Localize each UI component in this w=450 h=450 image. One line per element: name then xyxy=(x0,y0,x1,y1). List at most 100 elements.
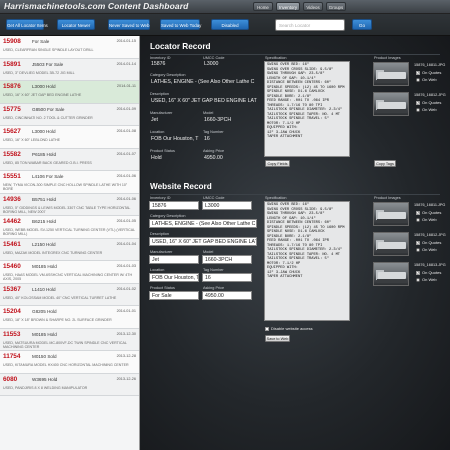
dashboard-app: Harrismachinetools.com Content Dashboard… xyxy=(0,0,450,450)
product-thumbnail[interactable] xyxy=(373,92,409,116)
description-value: USED, 16" X 60" JET GAP BED ENGINE LATHE xyxy=(151,98,257,104)
list-item[interactable]: 15461 L2150 Hold 2014-01-04 USED, MAZAK MOD… xyxy=(0,238,139,261)
on-quotes-checkbox[interactable]: ✓ On Quotes xyxy=(416,240,441,245)
list-item[interactable]: 15891 J5503 For Sale 2014-01-14 USED, 3" DE… xyxy=(0,58,139,81)
on-quotes-checkbox[interactable]: ✓ On Quotes xyxy=(416,210,441,215)
never-saved-to-web-button[interactable]: Never Saved to Web xyxy=(108,19,150,30)
list-item[interactable]: 11754 M0150 Sold 2013-12-28 USED, KITAMURA … xyxy=(0,351,139,374)
list-item[interactable]: 6080 W3695 Hold 2013-12-26 USED, PANDJIRIS … xyxy=(0,373,139,396)
manufacturer-value: Jet xyxy=(151,117,158,123)
price-value: 4950.00 xyxy=(204,155,223,161)
location-field[interactable]: FOB Our Houston, T xyxy=(149,273,199,282)
list-item[interactable]: 15908 For Sale 2014-01-15 USED, CLEARFRAN S… xyxy=(0,36,139,59)
item-id: 14936 xyxy=(3,195,21,203)
list-item[interactable]: 15582 P6185 Hold 2014-01-07 USED, 85 TON WA… xyxy=(0,148,139,171)
list-item[interactable]: 15551 L4106 For Sale 2014-01-06 NEW, TYMA V… xyxy=(0,171,139,194)
tag-label: Tag Number xyxy=(203,268,224,272)
on-web-radio[interactable]: On Web xyxy=(416,247,437,252)
list-item[interactable]: 15775 G8500 For Sale 2014-01-09 USED, CINCI… xyxy=(0,103,139,126)
header-bar: Harrismachinetools.com Content Dashboard… xyxy=(0,0,450,14)
product-thumbnail[interactable] xyxy=(373,202,409,226)
product-thumbnail[interactable] xyxy=(373,62,409,86)
on-web-radio[interactable]: On Web xyxy=(416,217,437,222)
list-item[interactable]: 15460 M0185 Hold 2014-01-03 USED, HAAS MODE… xyxy=(0,261,139,284)
save-to-web-button[interactable]: Save to Web xyxy=(265,335,290,342)
specification-textarea[interactable]: SWING OVER BED: 16" SWING OVER CROSS SLID… xyxy=(264,201,350,321)
item-description: USED, 18" X 18" BROWN & SHARPE NO. 2L SU… xyxy=(3,318,112,322)
item-description: USED, CINCINNATI NO. 2 TOOL & CUTTER GRI… xyxy=(3,115,93,120)
image-filename: 15876_16812.JPG xyxy=(414,93,446,97)
get-all-locator-items-button[interactable]: Get All Locator Items xyxy=(6,19,48,30)
saved-to-web-today-button[interactable]: Saved to Web Today xyxy=(160,19,201,30)
item-date: 2014-01-09 xyxy=(116,106,136,111)
umcc-field[interactable]: L3000 xyxy=(202,201,252,210)
list-item[interactable]: 14462 B6215 Hold 2014-01-05 USED, WEBB MODE… xyxy=(0,216,139,239)
list-item[interactable]: 11553 M0185 Hold 2013-12-30 USED, MATSUURA … xyxy=(0,328,139,351)
item-description: NEW, TYMA VICON-300 SIMPLE CNC HOLLOW SP… xyxy=(3,183,128,192)
nav-inventory[interactable]: Inventory xyxy=(276,2,300,11)
specification-label: Specification xyxy=(265,196,287,200)
item-description: USED, HAAS MODEL VM-6SSHCNC VERTICAL MAC… xyxy=(3,273,133,282)
item-id: 15582 xyxy=(3,150,21,158)
disable-website-access-checkbox[interactable]: Disable website access xyxy=(265,326,313,331)
locator-newer-button[interactable]: Locator Newer xyxy=(57,19,95,30)
on-web-radio[interactable]: On Web xyxy=(416,277,437,282)
item-id: 15461 xyxy=(3,240,21,248)
divider xyxy=(150,54,440,55)
image-filename: 15876_16811.JPG xyxy=(414,63,446,67)
item-id: 15876 xyxy=(3,83,21,90)
nav-videos[interactable]: Videos xyxy=(303,2,323,11)
price-label: Asking Price xyxy=(203,149,225,153)
on-quotes-checkbox[interactable]: ✓ On Quotes xyxy=(416,270,441,275)
on-quotes-checkbox[interactable]: ✓ On Quotes xyxy=(416,70,441,75)
list-item[interactable]: 15204 G8205 Hold 2014-01-01 USED, 18" X 18"… xyxy=(0,306,139,329)
category-field[interactable]: LATHES, ENGINE - (See Also Other Lathe C xyxy=(149,219,257,228)
item-status: P6185 Hold xyxy=(32,151,57,157)
go-button[interactable]: Go xyxy=(352,19,372,30)
product-thumbnail[interactable] xyxy=(373,232,409,256)
list-item[interactable]: 15627 L3000 Hold 2014-01-08 USED, 16" X 60"… xyxy=(0,126,139,149)
item-description: USED, MAZAK MODEL INTEGREX CNC TURNING C… xyxy=(3,250,103,255)
locator-record-title: Locator Record xyxy=(150,42,211,51)
item-date: 2014-01-05 xyxy=(116,219,136,223)
search-input[interactable]: Search Locator xyxy=(275,19,345,31)
disabled-button[interactable]: Disabled xyxy=(211,19,249,30)
nav-groups[interactable]: Groups xyxy=(326,2,346,11)
inventory-id-field[interactable]: 15876 xyxy=(149,201,199,210)
item-date: 2014-01-06 xyxy=(116,196,136,201)
model-field[interactable]: 1660-3PCH xyxy=(202,255,252,264)
list-item[interactable]: 15876 L3000 Hold 2014-01-11 USED, 16" X 60"… xyxy=(0,81,139,104)
on-web-radio[interactable]: On Web xyxy=(416,107,437,112)
copy-tags-button[interactable]: Copy Tags xyxy=(374,160,396,167)
item-status: For Sale xyxy=(32,39,50,44)
item-description: USED, PANDJIRIS 8 X 8 WELDING MANIPULATO… xyxy=(3,385,88,390)
list-item[interactable]: 14936 B5751 Hold 2014-01-06 USED, 5" GIDDIN… xyxy=(0,193,139,216)
item-status: W3695 Hold xyxy=(32,376,58,382)
item-status: G8205 Hold xyxy=(32,309,57,314)
item-description: USED, MATSUURA MODEL MC-800VF-DC TWIN SP… xyxy=(3,340,127,349)
item-date: 2014-01-15 xyxy=(116,39,136,43)
spec-line: TAILSTOCK SPINDLE DIAMETER: 2-3/4" xyxy=(267,248,343,252)
description-field[interactable]: USED, 16" X 60" JET GAP BED ENGINE LATHE xyxy=(149,237,257,246)
product-thumbnail[interactable] xyxy=(373,262,409,286)
on-quotes-label: On Quotes xyxy=(422,270,442,275)
copy-fields-button[interactable]: Copy Fields xyxy=(265,160,290,167)
on-quotes-checkbox[interactable]: ✓ On Quotes xyxy=(416,100,441,105)
specification-label: Specification xyxy=(265,56,287,60)
umcc-label: UMCC Code xyxy=(203,196,225,200)
list-item[interactable]: 15367 L1410 Hold 2014-01-02 USED, 40" KOLOS… xyxy=(0,283,139,306)
manufacturer-field[interactable]: Jet xyxy=(149,255,199,264)
nav-home[interactable]: Home xyxy=(253,2,273,11)
divider xyxy=(150,194,440,195)
locator-list[interactable]: 15908 For Sale 2014-01-15 USED, CLEARFRAN S… xyxy=(0,36,140,450)
tag-field[interactable]: 16 xyxy=(202,273,252,282)
item-description: USED, 16" X 60" LEBLOND LATHE xyxy=(3,138,61,142)
on-quotes-label: On Quotes xyxy=(422,70,442,75)
status-select[interactable]: For Sale xyxy=(149,291,199,300)
item-description: USED, 16" X 60" JET GAP BED ENGINE LATHE xyxy=(3,93,82,97)
price-field[interactable]: 4950.00 xyxy=(202,291,252,300)
on-web-radio[interactable]: On Web xyxy=(416,77,437,82)
manufacturer-label: Manufacturer xyxy=(150,250,173,254)
item-id: 15891 xyxy=(3,60,21,68)
item-id: 14462 xyxy=(3,218,21,225)
